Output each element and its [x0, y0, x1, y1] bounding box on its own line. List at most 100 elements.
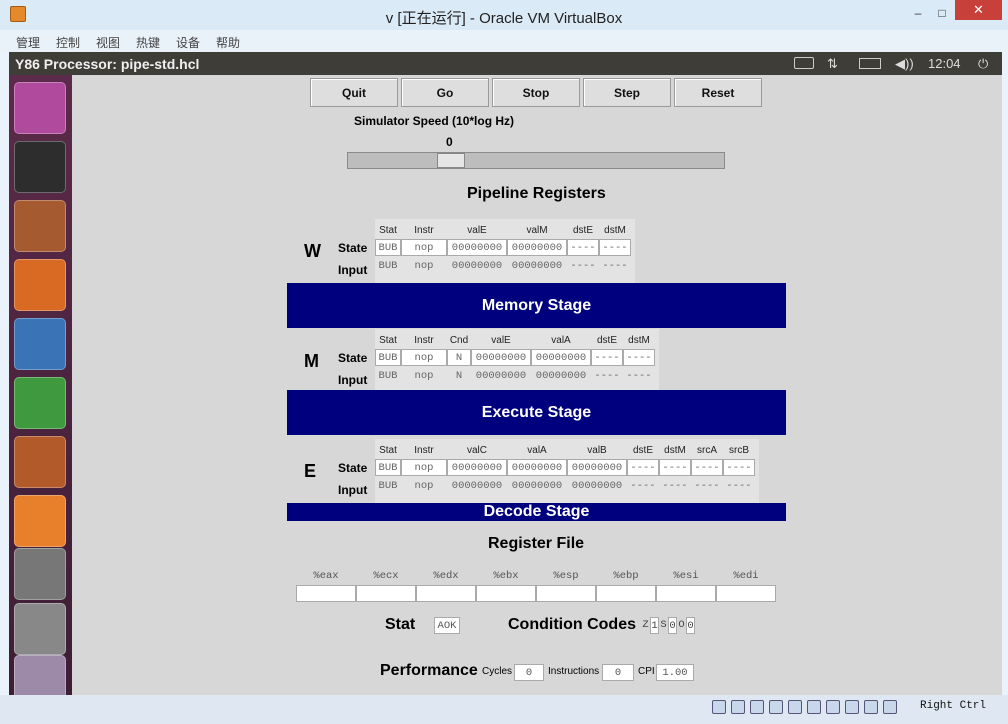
w-header-stat: Stat — [379, 225, 397, 236]
e-state-label: State — [338, 461, 368, 475]
m-input-instr: nop — [414, 370, 434, 382]
e-state-vala: 00000000 — [507, 459, 567, 476]
menu-manage[interactable]: 管理 — [16, 34, 40, 51]
e-header-vala: valA — [527, 445, 547, 456]
close-button[interactable]: ✕ — [955, 0, 1002, 20]
w-input-vale: 00000000 — [451, 260, 503, 272]
volume-icon[interactable]: ◀)) — [895, 56, 914, 72]
settings-icon[interactable] — [14, 548, 66, 600]
stop-button[interactable]: Stop — [492, 78, 580, 107]
e-input-instr: nop — [414, 480, 434, 492]
performance-label: Performance — [380, 662, 478, 679]
menu-view[interactable]: 视图 — [96, 34, 120, 51]
m-header-dstm: dstM — [628, 335, 650, 346]
e-header-instr: Instr — [414, 445, 434, 456]
e-header-stat: Stat — [379, 445, 397, 456]
m-input-vala: 00000000 — [535, 370, 587, 382]
calc-icon[interactable] — [14, 377, 66, 429]
reset-button[interactable]: Reset — [674, 78, 762, 107]
speed-slider[interactable] — [347, 152, 725, 169]
m-label: M — [304, 351, 319, 371]
menu-help[interactable]: 帮助 — [216, 34, 240, 51]
writer-icon[interactable] — [14, 318, 66, 370]
register-label-esp: %esp — [553, 570, 579, 582]
minimize-button[interactable]: – — [910, 4, 926, 22]
host-key-label: Right Ctrl — [920, 700, 987, 712]
cd-icon[interactable] — [731, 700, 745, 714]
register-value-ecx — [356, 585, 416, 602]
keyboard-icon[interactable] — [794, 57, 814, 69]
m-input-dste: ---- — [594, 370, 620, 382]
terminal-icon[interactable] — [14, 141, 66, 193]
files-icon[interactable] — [14, 200, 66, 252]
w-input-label: Input — [338, 263, 368, 277]
m-state-vala: 00000000 — [531, 349, 591, 366]
window-titlebar: v [正在运行] - Oracle VM VirtualBox – □ ✕ — [0, 0, 1008, 30]
battery-icon[interactable] — [859, 58, 881, 69]
w-input-instr: nop — [414, 260, 434, 272]
cycles-label: Cycles — [482, 666, 513, 677]
impress-icon[interactable] — [14, 436, 66, 488]
recording-icon[interactable] — [826, 700, 840, 714]
m-header-instr: Instr — [414, 335, 434, 346]
step-button[interactable]: Step — [583, 78, 671, 107]
m-state-dstm: ---- — [623, 349, 655, 366]
slider-thumb[interactable] — [437, 153, 465, 168]
usb-icon[interactable] — [712, 700, 726, 714]
maximize-button[interactable]: □ — [934, 4, 950, 22]
m-state-dste: ---- — [591, 349, 623, 366]
ubuntu-dash-icon[interactable] — [14, 82, 66, 134]
register-label-ebx: %ebx — [493, 570, 519, 582]
w-header-dste: dstE — [572, 225, 593, 236]
mouse-integration-icon[interactable] — [864, 700, 878, 714]
instructions-label: Instructions — [548, 666, 600, 677]
w-state-label: State — [338, 241, 368, 255]
e-input-label: Input — [338, 483, 368, 497]
capture-icon[interactable] — [845, 700, 859, 714]
w-state-instr: nop — [401, 239, 447, 256]
speed-value: 0 — [446, 135, 453, 149]
power-icon[interactable]: ⏻ — [978, 56, 988, 72]
w-state-stat: BUB — [375, 239, 401, 256]
m-input-vale: 00000000 — [475, 370, 527, 382]
condition-codes-label: Condition Codes — [508, 616, 636, 633]
e-state-srca: ---- — [691, 459, 723, 476]
m-header-vale: valE — [491, 335, 511, 346]
e-header-srcb: srcB — [729, 445, 749, 456]
e-input-valb: 00000000 — [571, 480, 623, 492]
m-input-dstm: ---- — [626, 370, 652, 382]
e-input-srca: ---- — [694, 480, 720, 492]
folder-icon[interactable] — [788, 700, 802, 714]
software-center-icon[interactable] — [14, 495, 66, 547]
help-icon[interactable] — [14, 603, 66, 655]
clock[interactable]: 12:04 — [928, 56, 961, 71]
download-icon[interactable] — [883, 700, 897, 714]
menu-bar: 管理 控制 视图 热键 设备 帮助 — [0, 30, 1008, 52]
quit-button[interactable]: Quit — [310, 78, 398, 107]
cc-flag-label: O — [678, 619, 685, 631]
menu-devices[interactable]: 设备 — [176, 34, 200, 51]
network-adapter-icon[interactable] — [750, 700, 764, 714]
w-header-instr: Instr — [414, 225, 434, 236]
network-icon[interactable]: ⇅ — [827, 56, 838, 72]
e-state-stat: BUB — [375, 459, 401, 476]
m-state-stat: BUB — [375, 349, 401, 366]
register-value-ebx — [476, 585, 536, 602]
register-value-ebp — [596, 585, 656, 602]
firefox-icon[interactable] — [14, 259, 66, 311]
e-input-stat: BUB — [378, 480, 398, 492]
w-input-dste: ---- — [570, 260, 596, 272]
w-header-dstm: dstM — [604, 225, 626, 236]
menu-control[interactable]: 控制 — [56, 34, 80, 51]
m-state-label: State — [338, 351, 368, 365]
m-input-stat: BUB — [378, 370, 398, 382]
go-button[interactable]: Go — [401, 78, 489, 107]
menu-hotkey[interactable]: 热键 — [136, 34, 160, 51]
cc-value: 1 — [650, 617, 659, 634]
register-value-esp — [536, 585, 596, 602]
display-icon[interactable] — [807, 700, 821, 714]
w-label: W — [304, 241, 321, 261]
cc-value: 0 — [686, 617, 695, 634]
pen-icon[interactable] — [769, 700, 783, 714]
register-label-ecx: %ecx — [373, 570, 399, 582]
